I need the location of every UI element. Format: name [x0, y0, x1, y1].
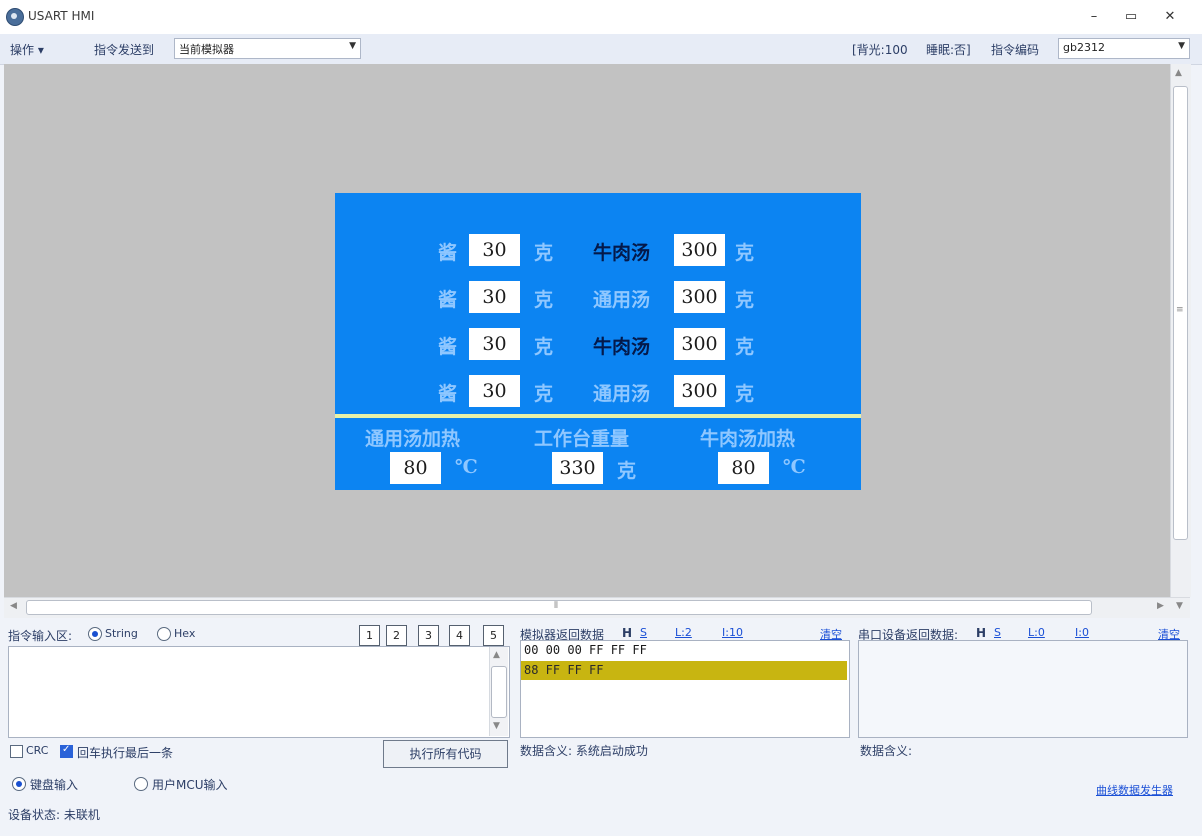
curve-generator-link[interactable]: 曲线数据发生器: [1096, 782, 1173, 798]
hmi-bottom-unit: ℃: [455, 456, 478, 478]
hmi-right-label: 通用汤: [593, 289, 651, 311]
send-to-value: 当前模拟器: [179, 43, 234, 56]
hmi-left-unit: 克: [534, 289, 554, 311]
cmd-input-label: 指令输入区:: [8, 629, 73, 643]
crc-label: CRC: [26, 744, 49, 757]
serial-length: L:0: [1028, 626, 1045, 639]
enter-exec-checkbox[interactable]: [60, 744, 73, 758]
scroll-left-icon[interactable]: ◀: [10, 601, 17, 611]
hmi-right-unit: 克: [735, 242, 755, 264]
hmi-right-value: 300: [674, 281, 725, 313]
hmi-bottom-label: 工作台重量: [534, 428, 630, 450]
hmi-right-value: 300: [674, 375, 725, 407]
hmi-left-label: 酱: [438, 289, 458, 311]
hmi-left-unit: 克: [534, 242, 554, 264]
sim-return-line: 00 00 00 FF FF FF: [524, 643, 647, 657]
exec-all-button[interactable]: 执行所有代码: [383, 740, 508, 768]
encoding-value: gb2312: [1063, 41, 1105, 54]
hmi-right-label: 牛肉汤: [593, 336, 651, 358]
hmi-bottom-value: 80: [390, 452, 441, 484]
serial-return-box: [858, 640, 1188, 738]
device-status: 设备状态: 未联机: [8, 808, 100, 822]
hmi-right-unit: 克: [735, 289, 755, 311]
window-title: USART HMI: [28, 9, 95, 23]
serial-hex-toggle[interactable]: H: [976, 626, 986, 640]
hmi-right-unit: 克: [735, 336, 755, 358]
hmi-left-value: 30: [469, 375, 520, 407]
hmi-right-unit: 克: [735, 383, 755, 405]
scroll-up-icon[interactable]: ▲: [1175, 68, 1182, 78]
scroll-right-icon[interactable]: ▶: [1157, 601, 1164, 611]
keyboard-input-label: 键盘输入: [30, 778, 79, 792]
scroll-down-icon[interactable]: ▼: [1176, 601, 1183, 611]
hmi-bottom-value: 330: [552, 452, 603, 484]
hmi-left-unit: 克: [534, 336, 554, 358]
cmd-tab-4[interactable]: 4: [449, 625, 470, 646]
send-to-select[interactable]: 当前模拟器 ▼: [174, 38, 361, 59]
close-button[interactable]: ✕: [1156, 6, 1184, 28]
hex-mode-radio[interactable]: [157, 627, 171, 641]
serial-index: I:0: [1075, 626, 1089, 639]
user-mcu-input-radio[interactable]: [134, 777, 148, 791]
hmi-bottom-value: 80: [718, 452, 769, 484]
hmi-right-value: 300: [674, 328, 725, 360]
cmd-tab-5[interactable]: 5: [483, 625, 504, 646]
grip-icon: ≡: [1176, 305, 1184, 315]
sim-return-line: 88 FF FF FF: [524, 663, 604, 677]
sim-meaning: 数据含义: 系统启动成功: [520, 744, 648, 758]
chevron-down-icon: ▼: [349, 41, 356, 51]
hmi-divider: [335, 414, 861, 418]
hmi-left-value: 30: [469, 328, 520, 360]
hmi-right-label: 通用汤: [593, 383, 651, 405]
chevron-down-icon: ▾: [37, 43, 44, 57]
cmd-tab-2[interactable]: 2: [386, 625, 407, 646]
horizontal-scroll-thumb[interactable]: [26, 600, 1092, 615]
hmi-right-label: 牛肉汤: [593, 242, 651, 264]
serial-string-toggle[interactable]: S: [994, 626, 1001, 639]
hmi-bottom-unit: ℃: [783, 456, 806, 478]
scroll-down-icon[interactable]: ▼: [493, 721, 500, 731]
keyboard-input-radio[interactable]: [12, 777, 26, 791]
sim-index: I:10: [722, 626, 743, 639]
hex-mode-label: Hex: [174, 627, 196, 640]
sim-length: L:2: [675, 626, 692, 639]
cmd-input-scroll-thumb[interactable]: [491, 666, 507, 718]
hmi-bottom-label: 通用汤加热: [365, 428, 461, 450]
enter-exec-label: 回车执行最后一条: [77, 746, 174, 760]
cmd-tab-1[interactable]: 1: [359, 625, 380, 646]
title-bar: [0, 0, 1202, 34]
crc-checkbox[interactable]: [10, 745, 23, 758]
encoding-label: 指令编码: [991, 43, 1040, 57]
hmi-left-value: 30: [469, 234, 520, 266]
hmi-bottom-unit: 克: [617, 460, 637, 482]
grip-icon: ⦀: [554, 601, 558, 611]
minimize-button[interactable]: –: [1080, 6, 1108, 28]
maximize-button[interactable]: ▭: [1117, 6, 1145, 28]
backlight-status: [背光:100: [852, 43, 908, 57]
encoding-select[interactable]: gb2312 ▼: [1058, 38, 1190, 59]
hmi-bottom-label: 牛肉汤加热: [700, 428, 796, 450]
sim-string-toggle[interactable]: S: [640, 626, 647, 639]
hmi-left-label: 酱: [438, 242, 458, 264]
app-icon: [6, 8, 24, 26]
hmi-left-label: 酱: [438, 383, 458, 405]
cmd-input-textarea[interactable]: [8, 646, 510, 738]
hmi-right-value: 300: [674, 234, 725, 266]
cmd-tab-3[interactable]: 3: [418, 625, 439, 646]
sim-hex-toggle[interactable]: H: [622, 626, 632, 640]
user-mcu-input-label: 用户MCU输入: [152, 778, 228, 792]
sleep-status: 睡眠:否]: [926, 43, 971, 57]
hmi-left-unit: 克: [534, 383, 554, 405]
hmi-left-value: 30: [469, 281, 520, 313]
chevron-down-icon: ▼: [1178, 41, 1185, 51]
hmi-left-label: 酱: [438, 336, 458, 358]
send-to-label: 指令发送到: [94, 43, 155, 57]
serial-meaning: 数据含义:: [860, 744, 913, 758]
operations-menu[interactable]: 操作 ▾: [10, 41, 44, 58]
scroll-up-icon[interactable]: ▲: [493, 650, 500, 660]
string-mode-radio[interactable]: [88, 627, 102, 641]
string-mode-label: String: [105, 627, 138, 640]
